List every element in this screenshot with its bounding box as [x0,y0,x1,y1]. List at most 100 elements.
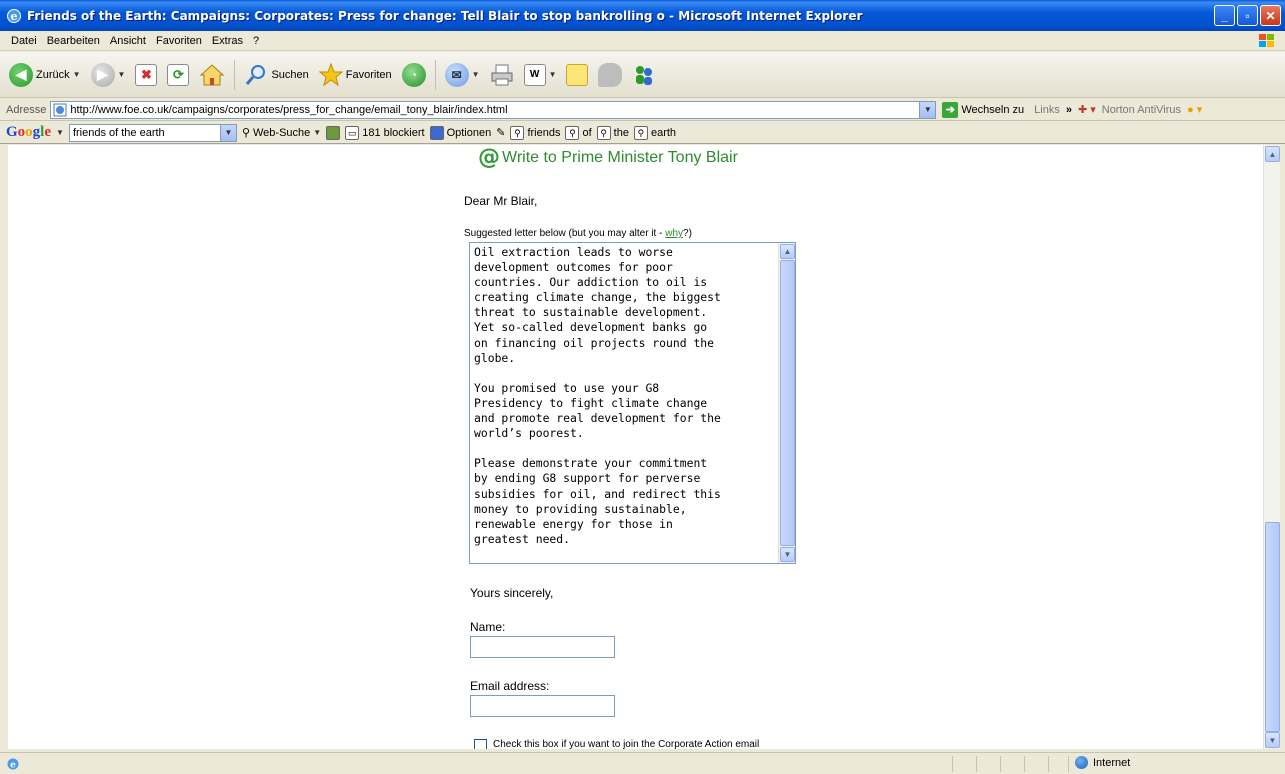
favorites-button[interactable]: Favoriten [316,56,395,94]
speech-bubble-icon [598,62,623,87]
print-button[interactable] [487,56,517,94]
highlighter-icon: ✎ [496,127,506,139]
links-area: Links » ✚ ▾ Norton AntiVirus ● ▾ [1034,103,1202,117]
letter-textarea[interactable]: Oil extraction leads to worse developmen… [469,242,796,564]
edit-doc-icon: W [523,63,546,86]
stop-button[interactable]: ✖ [132,56,160,94]
star-icon [318,62,343,86]
email-input[interactable] [470,695,615,717]
addon-icon[interactable]: ✚ ▾ [1078,103,1096,116]
discuss-button[interactable] [595,56,625,94]
popup-blocker-button[interactable]: ▭ 181 blockiert [345,125,425,140]
page-scrollbar[interactable]: ▲ ▼ [1263,145,1280,749]
find-icon: ⚲ [633,125,648,140]
links-more[interactable]: » [1066,104,1072,116]
refresh-icon: ⟳ [167,63,190,86]
letter-scrollbar[interactable]: ▲ ▼ [778,243,795,563]
term-of[interactable]: ⚲ of [565,125,592,140]
menu-help[interactable]: ? [248,35,264,47]
mail-button[interactable]: ✉ ▼ [442,56,483,94]
messenger-icon [636,65,653,85]
history-button[interactable]: ◔ [399,56,429,94]
maximize-button[interactable]: ▫ [1237,5,1258,26]
chevron-down-icon[interactable]: ▼ [56,128,64,137]
menu-favoriten[interactable]: Favoriten [151,35,207,47]
messenger-button[interactable] [629,56,659,94]
forward-button[interactable]: ▶ ▼ [88,56,129,94]
google-query: friends of the earth [72,126,165,139]
google-logo[interactable]: Google [6,124,51,141]
chevron-down-icon[interactable]: ▼ [919,101,936,118]
links-label[interactable]: Links [1034,104,1060,116]
address-input[interactable]: http://www.foe.co.uk/campaigns/corporate… [50,100,937,119]
term-friends[interactable]: ⚲ friends [510,125,560,140]
minimize-button[interactable]: _ [1214,5,1235,26]
note-icon [566,63,589,86]
chevron-down-icon[interactable]: ▼ [219,124,236,141]
status-bar: e Internet [0,752,1285,774]
title-bar[interactable]: e Friends of the Earth: Campaigns: Corpo… [0,0,1285,31]
scroll-up-button[interactable]: ▲ [780,244,795,259]
term-the[interactable]: ⚲ the [596,125,629,140]
norton-icon[interactable]: ● ▾ [1187,103,1202,116]
letter-text: Oil extraction leads to worse developmen… [474,245,721,546]
svg-text:e: e [10,760,16,770]
scroll-thumb[interactable] [1265,522,1280,732]
menu-extras[interactable]: Extras [207,35,248,47]
content-left-edge [0,145,8,749]
status-divider [976,756,977,772]
scroll-down-button[interactable]: ▼ [780,547,795,562]
address-bar: Adresse http://www.foe.co.uk/campaigns/c… [0,99,1285,121]
search-icon [246,64,266,85]
refresh-button[interactable]: ⟳ [164,56,192,94]
join-email-checkbox[interactable] [474,739,487,749]
back-button[interactable]: ◀ Zurück ▼ [6,56,84,94]
windows-logo-icon [1259,34,1274,47]
toolbar-separator [434,59,436,90]
home-icon [200,63,225,85]
printer-icon [491,64,513,85]
edit-button[interactable]: W ▼ [521,56,560,94]
menu-bar: Datei Bearbeiten Ansicht Favoriten Extra… [0,31,1285,51]
status-divider [952,756,953,772]
scroll-up-button[interactable]: ▲ [1265,146,1280,162]
page-content: @ Write to Prime Minister Tony Blair Dea… [8,145,1263,749]
highlight-button[interactable]: ✎ [496,126,505,139]
pagerank-icon [326,125,341,140]
go-arrow-icon: ➔ [942,101,959,118]
status-divider [1048,756,1049,772]
forward-arrow-icon: ▶ [90,62,115,87]
name-label: Name: [470,620,506,634]
ie-page-icon: e [7,758,19,770]
norton-label[interactable]: Norton AntiVirus [1102,104,1181,116]
status-divider [1000,756,1001,772]
chevron-down-icon: ▼ [117,70,126,79]
popup-icon: ▭ [345,125,360,140]
page-title: Write to Prime Minister Tony Blair [502,149,738,166]
notes-button[interactable] [563,56,591,94]
google-search-input[interactable]: friends of the earth ▼ [68,123,237,142]
go-button[interactable]: ➔ Wechseln zu [942,101,1025,118]
chevron-down-icon: ▼ [72,70,81,79]
ie-logo-icon: e [7,8,21,23]
find-icon: ⚲ [565,125,580,140]
why-link[interactable]: why [665,228,683,239]
menu-datei[interactable]: Datei [6,35,42,47]
find-icon: ⚲ [510,125,525,140]
pagerank-button[interactable] [326,125,341,140]
page-heading: @ Write to Prime Minister Tony Blair [478,147,738,169]
menu-ansicht[interactable]: Ansicht [105,35,151,47]
greeting: Dear Mr Blair, [464,194,538,208]
term-earth[interactable]: ⚲ earth [633,125,676,140]
scroll-thumb[interactable] [780,260,795,546]
name-input[interactable] [470,636,615,658]
web-search-button[interactable]: ⚲ Web-Suche ▼ [242,126,321,140]
go-label: Wechseln zu [961,103,1025,116]
menu-bearbeiten[interactable]: Bearbeiten [42,35,105,47]
options-button[interactable]: Optionen [429,125,491,140]
suggested-letter-note: Suggested letter below (but you may alte… [464,228,692,239]
search-button[interactable]: Suchen [241,56,311,94]
home-button[interactable] [196,56,228,94]
scroll-down-button[interactable]: ▼ [1265,732,1280,748]
close-button[interactable]: ✕ [1260,5,1281,26]
